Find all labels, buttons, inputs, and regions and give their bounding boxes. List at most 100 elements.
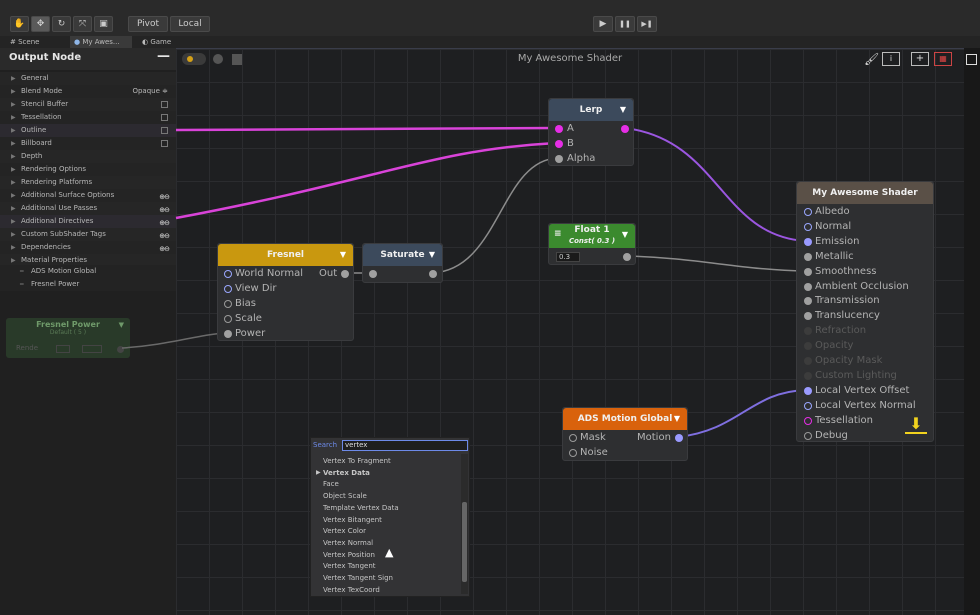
local-toggle[interactable]: Local: [170, 16, 210, 32]
property-checkbox[interactable]: [161, 127, 168, 134]
dropdown-icon[interactable]: ▼: [340, 244, 346, 266]
master-input-port[interactable]: [804, 431, 812, 440]
fresnel-scale-port[interactable]: [224, 315, 232, 323]
search-result-item[interactable]: Template Vertex Data: [323, 504, 399, 512]
material-property-item[interactable]: ═ Fresnel Power: [0, 278, 176, 291]
fresnel-out-port[interactable]: [341, 270, 349, 278]
material-property-item[interactable]: ═ ADS Motion Global: [0, 265, 176, 278]
grid-icon[interactable]: ▦: [934, 52, 952, 66]
property-row[interactable]: ▶ Outline: [0, 124, 176, 137]
search-result-item[interactable]: Vertex TexCoord: [323, 586, 380, 594]
master-input-port[interactable]: [804, 222, 812, 231]
step-button[interactable]: ▶❚: [637, 16, 657, 32]
master-input-port[interactable]: [804, 252, 812, 261]
property-row[interactable]: ▶ Stencil Buffer: [0, 98, 176, 111]
dropdown-icon[interactable]: ▼: [674, 408, 680, 430]
fresnel-world-normal-port[interactable]: [224, 270, 232, 278]
dropdown-icon[interactable]: ▼: [622, 230, 628, 240]
float1-output-port[interactable]: [623, 253, 631, 261]
expand-arrow-icon[interactable]: ▶: [11, 124, 16, 137]
master-input-port[interactable]: [804, 297, 812, 306]
expand-arrow-icon[interactable]: ▶: [11, 215, 16, 228]
search-input[interactable]: vertex: [342, 440, 468, 451]
expand-arrow-icon[interactable]: ▶: [11, 176, 16, 189]
dropdown-icon[interactable]: ▼: [620, 99, 626, 121]
expand-arrow-icon[interactable]: ▶: [11, 189, 16, 202]
search-result-item[interactable]: Vertex Tangent: [323, 562, 376, 570]
dropdown-icon[interactable]: ▼: [429, 244, 435, 266]
expand-arrow-icon[interactable]: ▶: [11, 98, 16, 111]
brush-icon[interactable]: 🖌: [864, 52, 879, 66]
tab-game[interactable]: ◐ Game: [138, 36, 175, 48]
master-input-port[interactable]: [804, 327, 812, 336]
hand-tool-button[interactable]: ✋: [10, 16, 29, 32]
master-input-port[interactable]: [804, 237, 812, 246]
lerp-alpha-port[interactable]: [555, 155, 563, 163]
property-row[interactable]: ▶ Additional Use Passes ⊕⊖: [0, 202, 176, 215]
search-result-item[interactable]: Vertex Bitangent: [323, 516, 382, 524]
search-result-item[interactable]: Vertex To Fragment: [323, 457, 391, 465]
scrollbar-thumb[interactable]: [462, 502, 467, 582]
download-icon[interactable]: ⬇: [905, 414, 927, 434]
info-icon[interactable]: i: [882, 52, 900, 66]
property-row[interactable]: ▶ Rendering Options: [0, 163, 176, 176]
maximize-icon[interactable]: [966, 54, 977, 65]
property-row[interactable]: ▶ Billboard: [0, 137, 176, 150]
fresnel-header[interactable]: Fresnel ▼: [218, 244, 353, 266]
fresnel-power-port[interactable]: [224, 330, 232, 338]
cleanup-icon[interactable]: [213, 54, 223, 64]
property-row[interactable]: ▶ Custom SubShader Tags ⊕⊖: [0, 228, 176, 241]
search-result-item[interactable]: Vertex Color: [323, 527, 366, 535]
search-result-item[interactable]: Vertex Normal: [323, 539, 373, 547]
ads-noise-port[interactable]: [569, 449, 577, 457]
float1-node[interactable]: ≡ Float 1 Const( 0.3 ) ▼ 0.3: [548, 223, 636, 265]
expand-arrow-icon[interactable]: ▶: [11, 72, 16, 85]
master-node[interactable]: My Awesome Shader Albedo Normal Emission Me…: [796, 181, 934, 442]
expand-arrow-icon[interactable]: ▶: [11, 202, 16, 215]
master-header[interactable]: My Awesome Shader: [797, 182, 933, 204]
expand-arrow-icon[interactable]: ▶: [11, 163, 16, 176]
saturate-header[interactable]: Saturate ▼: [363, 244, 442, 266]
master-input-port[interactable]: [804, 312, 812, 321]
property-row[interactable]: ▶ Rendering Platforms: [0, 176, 176, 189]
master-input-port[interactable]: [804, 357, 812, 365]
master-input-port[interactable]: [804, 208, 812, 216]
master-input-port[interactable]: [804, 282, 812, 291]
pivot-toggle[interactable]: Pivot: [128, 16, 168, 32]
master-input-port[interactable]: [804, 401, 812, 410]
property-row[interactable]: ▶ Tessellation: [0, 111, 176, 124]
ads-mask-port[interactable]: [569, 434, 577, 442]
master-input-port[interactable]: [804, 267, 812, 276]
property-row[interactable]: ▶ General: [0, 72, 176, 85]
search-result-item[interactable]: ▶ Vertex Data: [316, 469, 370, 477]
ads-header[interactable]: ADS Motion Global ▼: [563, 408, 687, 430]
pause-button[interactable]: ❚❚: [615, 16, 635, 32]
live-mode-toggle[interactable]: [182, 53, 206, 65]
master-input-port[interactable]: [804, 342, 812, 351]
expand-arrow-icon[interactable]: ▶: [11, 150, 16, 163]
expand-arrow-icon[interactable]: ▶: [11, 111, 16, 124]
float1-value-field[interactable]: 0.3: [556, 252, 580, 262]
property-row[interactable]: ▶ Blend Mode Opaque ≑: [0, 85, 176, 98]
lerp-b-port[interactable]: [555, 140, 563, 148]
master-input-port[interactable]: [804, 371, 812, 380]
save-icon[interactable]: [232, 54, 242, 65]
add-icon[interactable]: +: [911, 52, 929, 66]
rotate-tool-button[interactable]: ↻: [52, 16, 71, 32]
tab-shader-editor[interactable]: ● My Awes...: [70, 36, 132, 48]
expand-arrow-icon[interactable]: ▶: [11, 241, 16, 254]
rect-tool-button[interactable]: ▣: [94, 16, 113, 32]
float1-header[interactable]: ≡ Float 1 Const( 0.3 ) ▼: [549, 224, 635, 248]
master-input-port[interactable]: [804, 416, 812, 425]
lerp-a-port[interactable]: [555, 125, 563, 133]
property-checkbox[interactable]: [161, 101, 168, 108]
scrollbar[interactable]: [461, 454, 468, 594]
menu-icon[interactable]: ≡: [554, 229, 562, 240]
ads-motion-node[interactable]: ADS Motion Global ▼ Mask Motion Noise: [562, 407, 688, 461]
property-row[interactable]: ▶ Dependencies ⊕⊖: [0, 241, 176, 254]
search-result-item[interactable]: Vertex Tangent Sign: [323, 574, 393, 582]
lerp-node[interactable]: Lerp ▼ A B Alpha: [548, 98, 634, 166]
tab-scene[interactable]: # Scene: [6, 36, 43, 48]
expand-arrow-icon[interactable]: ▶: [11, 228, 16, 241]
collapse-icon[interactable]: —: [157, 49, 170, 64]
